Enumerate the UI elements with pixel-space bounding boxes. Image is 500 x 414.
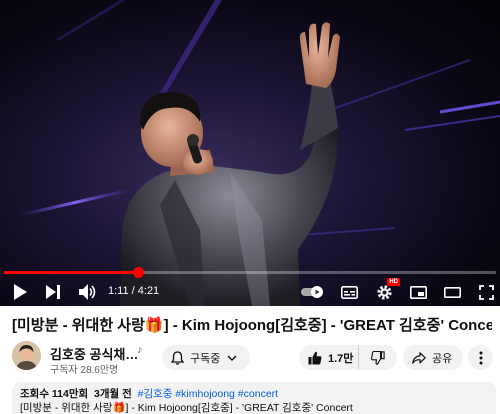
current-time: 1:11 [108,285,129,297]
thumbs-down-icon [371,350,385,365]
description-first-line: [미방분 - 위대한 사랑🎁] - Kim Hojoong[김호중] - 'GR… [20,402,353,414]
autoplay-toggle-icon [301,286,325,298]
share-icon [412,351,426,364]
video-meta: 조회수 114만회 3개월 전 #김호중 #kimhojoong #concer… [20,387,488,401]
play-button[interactable] [9,278,31,306]
subscriber-count: 구독자 28.6만명 [50,365,119,376]
more-vert-icon [479,351,483,365]
time-separator: / [128,285,138,297]
volume-icon [79,284,97,300]
channel-avatar[interactable] [12,341,41,370]
duration: 4:21 [137,285,160,297]
progress-bar[interactable] [4,267,496,278]
upload-age: 3개월 전 [94,388,132,400]
fullscreen-button[interactable] [475,278,497,306]
settings-button[interactable]: HD [373,278,400,306]
more-actions-button[interactable] [468,345,493,370]
bell-icon [171,350,184,365]
next-button[interactable] [43,278,63,306]
theater-mode-icon [443,286,461,298]
next-icon [46,285,60,299]
captions-icon [340,285,358,299]
subscribed-label: 구독중 [190,352,221,365]
hashtags[interactable]: #김호중 #kimhojoong #concert [138,388,278,400]
play-icon [13,284,27,300]
subscribed-button[interactable]: 구독중 [162,345,250,370]
video-player[interactable]: 1:11 / 4:21 HD [0,0,500,306]
mute-button[interactable] [77,278,99,306]
share-label: 공유 [432,352,453,365]
share-button[interactable]: 공유 [403,345,463,370]
gear-icon [376,284,393,301]
captions-button[interactable] [339,278,359,306]
player-controls: 1:11 / 4:21 HD [0,278,500,306]
scrubber-handle[interactable] [132,267,144,278]
thumbs-up-icon [308,351,322,365]
music-note-icon: ♪ [137,344,143,356]
description-box[interactable]: 조회수 114만회 3개월 전 #김호중 #kimhojoong #concer… [12,382,496,414]
like-dislike-group: 1.7만 [299,345,397,370]
hd-badge: HD [387,278,400,286]
fullscreen-icon [478,284,494,300]
autoplay-toggle[interactable] [300,278,326,306]
like-count: 1.7만 [328,352,354,365]
theater-mode-button[interactable] [441,278,463,306]
video-title: [미방분 - 위대한 사랑🎁] - Kim Hojoong[김호중] - 'GR… [12,317,492,334]
concert-video-frame [19,0,500,306]
dislike-button[interactable] [359,345,397,370]
time-display: 1:11 / 4:21 [108,285,159,297]
miniplayer-icon [409,285,427,299]
like-button[interactable]: 1.7만 [299,345,359,370]
progress-bar-played [4,271,138,274]
miniplayer-button[interactable] [407,278,429,306]
view-count: 조회수 114만회 [20,388,89,400]
chevron-down-icon [227,355,237,361]
